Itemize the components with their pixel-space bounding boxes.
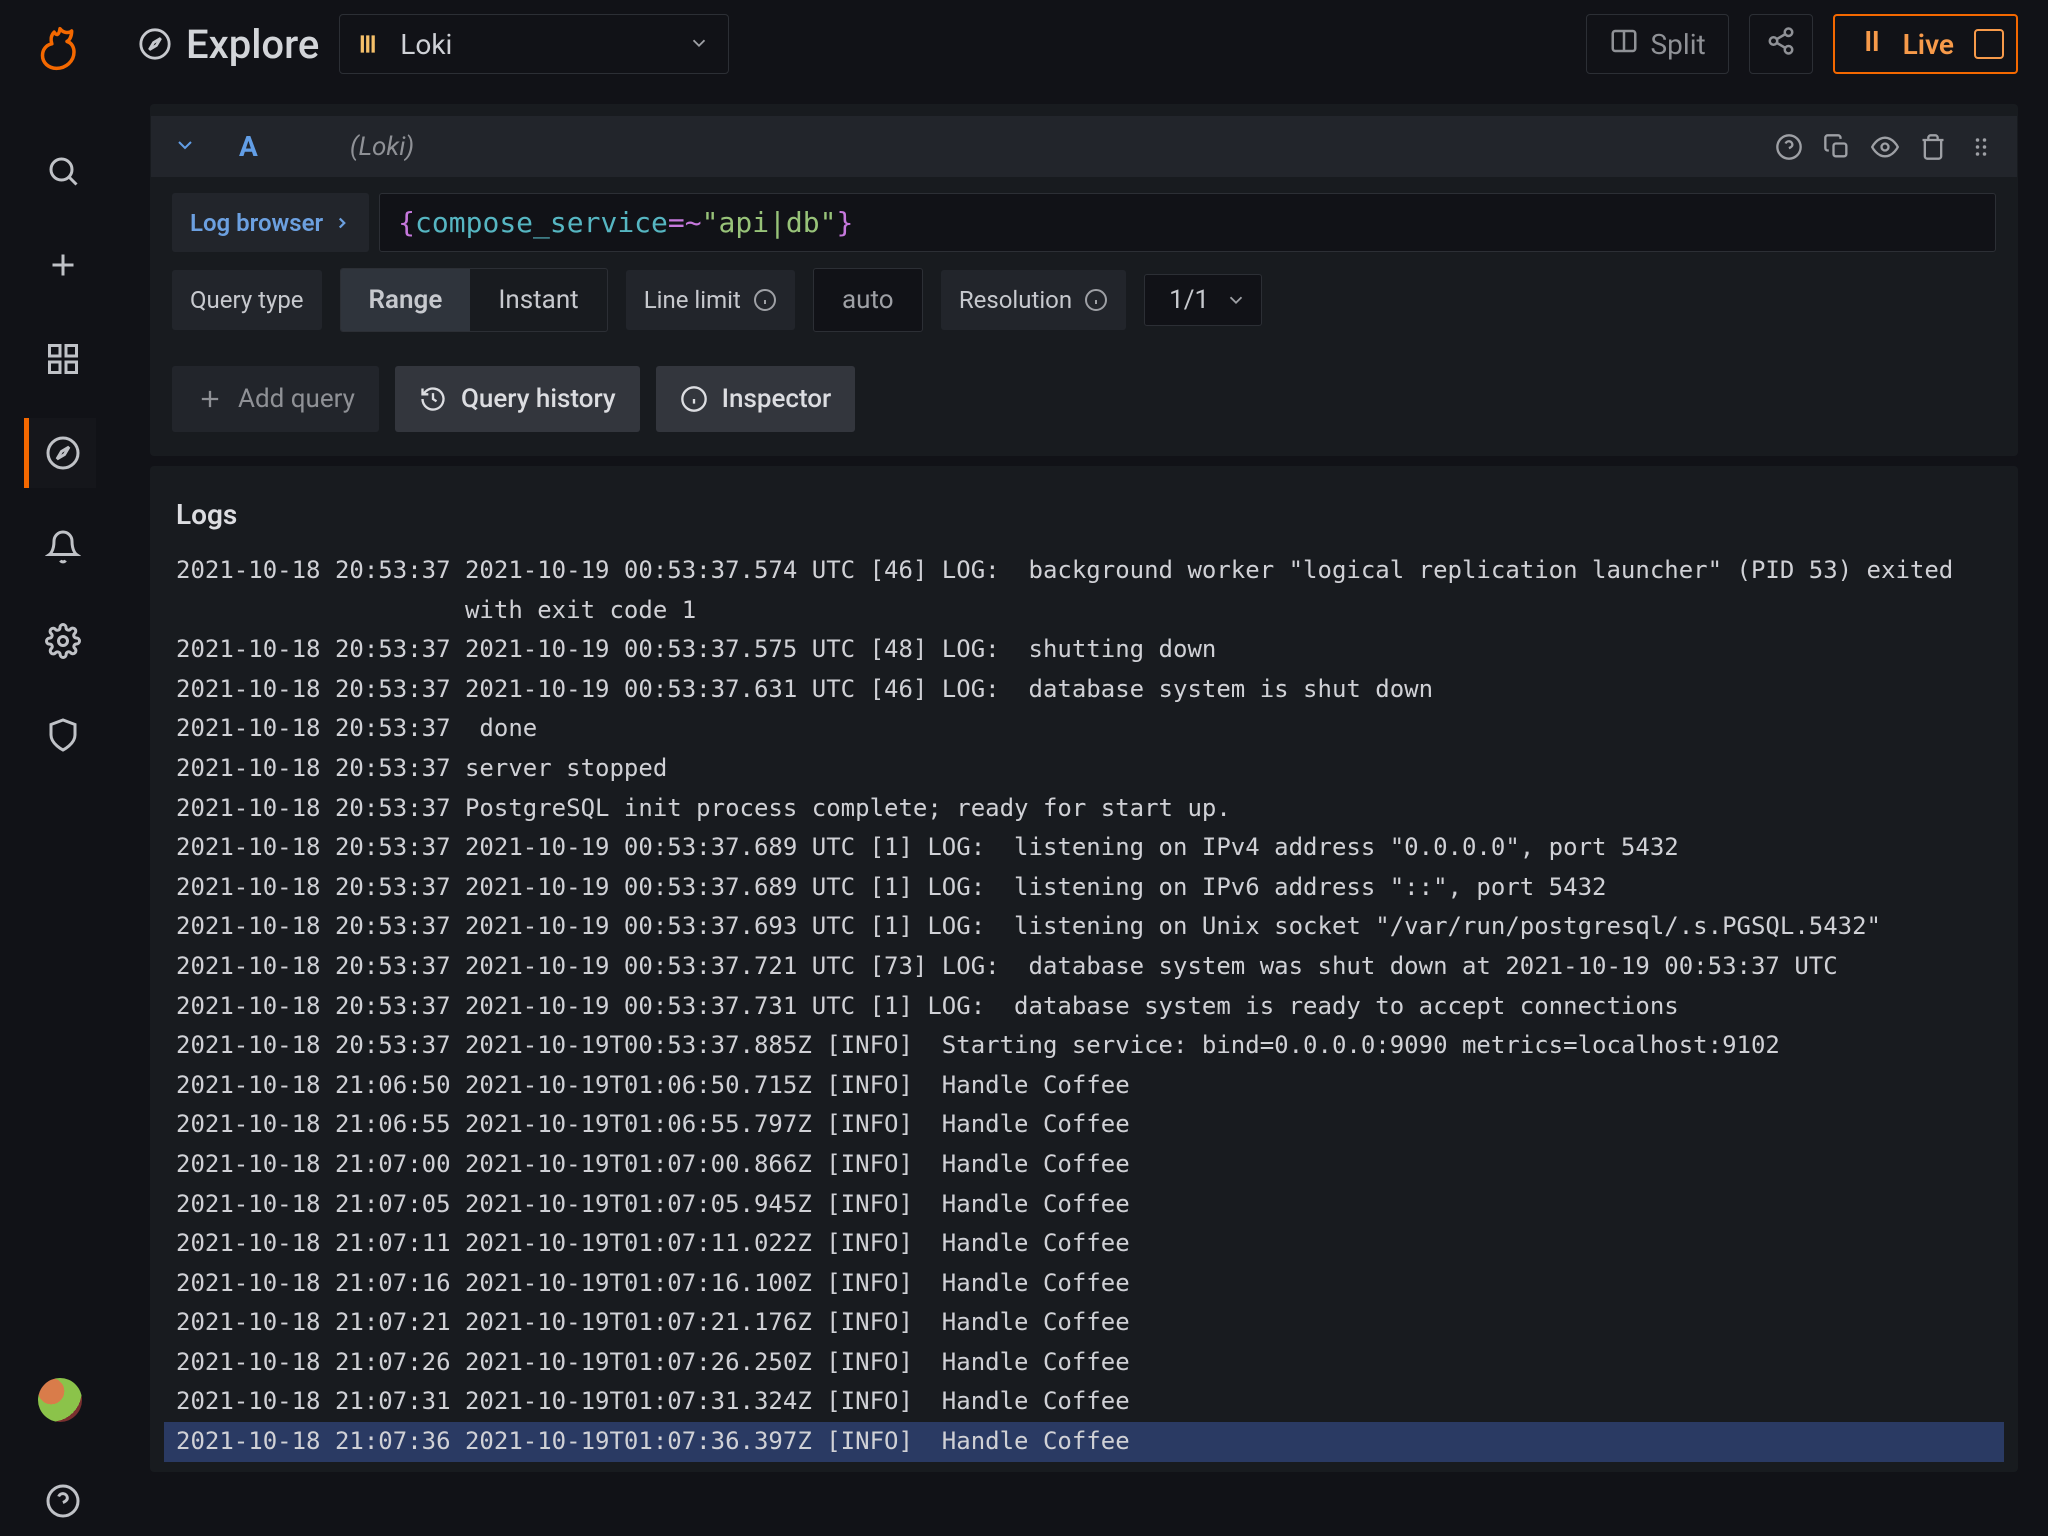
page-title: Explore (138, 21, 319, 68)
nav-explore[interactable] (24, 418, 96, 488)
log-line[interactable]: 2021-10-18 20:53:37 2021-10-19 00:53:37.… (164, 907, 2004, 947)
query-type-label: Query type (172, 270, 322, 330)
compass-icon (138, 27, 172, 61)
chevron-down-icon (688, 28, 710, 61)
log-browser-button[interactable]: Log browser (172, 193, 369, 252)
query-ref-id[interactable]: A (239, 130, 258, 163)
topbar: Explore Loki Split Live (120, 0, 2048, 94)
add-query-label: Add query (238, 384, 355, 414)
nav-alerting[interactable] (24, 512, 96, 582)
add-query-button[interactable]: Add query (172, 366, 379, 432)
split-label: Split (1651, 28, 1706, 61)
inspector-button[interactable]: Inspector (656, 366, 856, 432)
logs-panel: Logs 2021-10-18 20:53:37 2021-10-19 00:5… (150, 466, 2018, 1472)
info-icon[interactable] (1084, 288, 1108, 312)
pause-icon (1857, 26, 1887, 63)
query-header: A (Loki) (151, 116, 2017, 177)
log-line[interactable]: 2021-10-18 20:53:37 2021-10-19 00:53:37.… (164, 947, 2004, 987)
query-panel: A (Loki) Log browser {compose_service=~"… (150, 104, 2018, 456)
log-line[interactable]: 2021-10-18 20:53:37 2021-10-19T00:53:37.… (164, 1026, 2004, 1066)
stop-icon[interactable] (1974, 29, 2004, 59)
live-button[interactable]: Live (1833, 14, 2018, 74)
nav-create[interactable] (24, 230, 96, 300)
query-type-toggle: Range Instant (340, 268, 608, 332)
columns-icon (1609, 26, 1639, 63)
query-history-button[interactable]: Query history (395, 366, 640, 432)
nav-help[interactable] (24, 1466, 96, 1536)
log-line[interactable]: 2021-10-18 20:53:37 2021-10-19 00:53:37.… (164, 987, 2004, 1027)
drag-handle-icon[interactable] (1967, 133, 1995, 161)
loki-icon (358, 31, 384, 57)
query-history-label: Query history (461, 384, 616, 414)
delete-query-icon[interactable] (1919, 133, 1947, 161)
plus-icon (196, 385, 224, 413)
log-line[interactable]: 2021-10-18 21:07:11 2021-10-19T01:07:11.… (164, 1224, 2004, 1264)
log-line[interactable]: 2021-10-18 21:07:05 2021-10-19T01:07:05.… (164, 1185, 2004, 1225)
info-icon[interactable] (753, 288, 777, 312)
log-line[interactable]: 2021-10-18 21:07:31 2021-10-19T01:07:31.… (164, 1382, 2004, 1422)
inspector-label: Inspector (722, 384, 832, 414)
resolution-label: Resolution (941, 270, 1126, 330)
log-line[interactable]: 2021-10-18 21:06:55 2021-10-19T01:06:55.… (164, 1105, 2004, 1145)
resolution-select[interactable]: 1/1 (1144, 274, 1262, 326)
datasource-select[interactable]: Loki (339, 14, 729, 74)
sidebar (0, 0, 120, 1536)
log-line[interactable]: 2021-10-18 20:53:37 done (164, 709, 2004, 749)
query-expression-input[interactable]: {compose_service=~"api|db"} (379, 193, 1996, 252)
page-title-text: Explore (186, 21, 319, 68)
line-limit-input[interactable]: auto (813, 268, 923, 332)
log-line[interactable]: 2021-10-18 20:53:37 2021-10-19 00:53:37.… (164, 551, 2004, 591)
nav-search[interactable] (24, 136, 96, 206)
line-limit-label: Line limit (626, 270, 795, 330)
collapse-query-icon[interactable] (173, 133, 197, 161)
nav-dashboards[interactable] (24, 324, 96, 394)
nav-config[interactable] (24, 606, 96, 676)
toggle-visibility-icon[interactable] (1871, 133, 1899, 161)
log-line[interactable]: 2021-10-18 20:53:37 2021-10-19 00:53:37.… (164, 828, 2004, 868)
log-line[interactable]: 2021-10-18 20:53:37 2021-10-19 00:53:37.… (164, 630, 2004, 670)
log-browser-label: Log browser (190, 209, 323, 237)
log-line[interactable]: 2021-10-18 20:53:37 2021-10-19 00:53:37.… (164, 868, 2004, 908)
log-line[interactable]: 2021-10-18 21:07:00 2021-10-19T01:07:00.… (164, 1145, 2004, 1185)
live-label: Live (1903, 28, 1954, 61)
log-lines[interactable]: 2021-10-18 20:53:37 2021-10-19 00:53:37.… (150, 551, 2018, 1472)
query-ds-label: (Loki) (350, 132, 414, 162)
split-button[interactable]: Split (1586, 14, 1729, 74)
chevron-down-icon (1225, 289, 1247, 311)
grafana-logo[interactable] (32, 24, 88, 80)
share-icon (1766, 26, 1796, 63)
log-line[interactable]: 2021-10-18 20:53:37 PostgreSQL init proc… (164, 789, 2004, 829)
query-help-icon[interactable] (1775, 133, 1803, 161)
query-type-range[interactable]: Range (341, 269, 471, 331)
info-icon (680, 385, 708, 413)
logs-title: Logs (150, 488, 2018, 551)
nav-admin[interactable] (24, 700, 96, 770)
duplicate-query-icon[interactable] (1823, 133, 1851, 161)
history-icon (419, 385, 447, 413)
log-line[interactable]: 2021-10-18 20:53:37 2021-10-19 00:53:37.… (164, 670, 2004, 710)
log-line[interactable]: 2021-10-18 21:07:16 2021-10-19T01:07:16.… (164, 1264, 2004, 1304)
log-line[interactable]: 2021-10-18 21:06:50 2021-10-19T01:06:50.… (164, 1066, 2004, 1106)
resolution-value: 1/1 (1169, 285, 1209, 315)
share-button[interactable] (1749, 14, 1813, 74)
log-line[interactable]: 2021-10-18 21:07:36 2021-10-19T01:07:36.… (164, 1422, 2004, 1462)
user-avatar[interactable] (38, 1378, 82, 1422)
log-line[interactable]: 2021-10-18 20:53:37 server stopped (164, 749, 2004, 789)
log-line[interactable]: 2021-10-18 21:07:26 2021-10-19T01:07:26.… (164, 1343, 2004, 1383)
log-line[interactable]: 2021-10-18 21:07:21 2021-10-19T01:07:21.… (164, 1303, 2004, 1343)
log-line[interactable]: with exit code 1 (164, 591, 2004, 631)
datasource-name: Loki (400, 28, 452, 61)
query-type-instant[interactable]: Instant (470, 269, 606, 331)
chevron-right-icon (333, 214, 351, 232)
